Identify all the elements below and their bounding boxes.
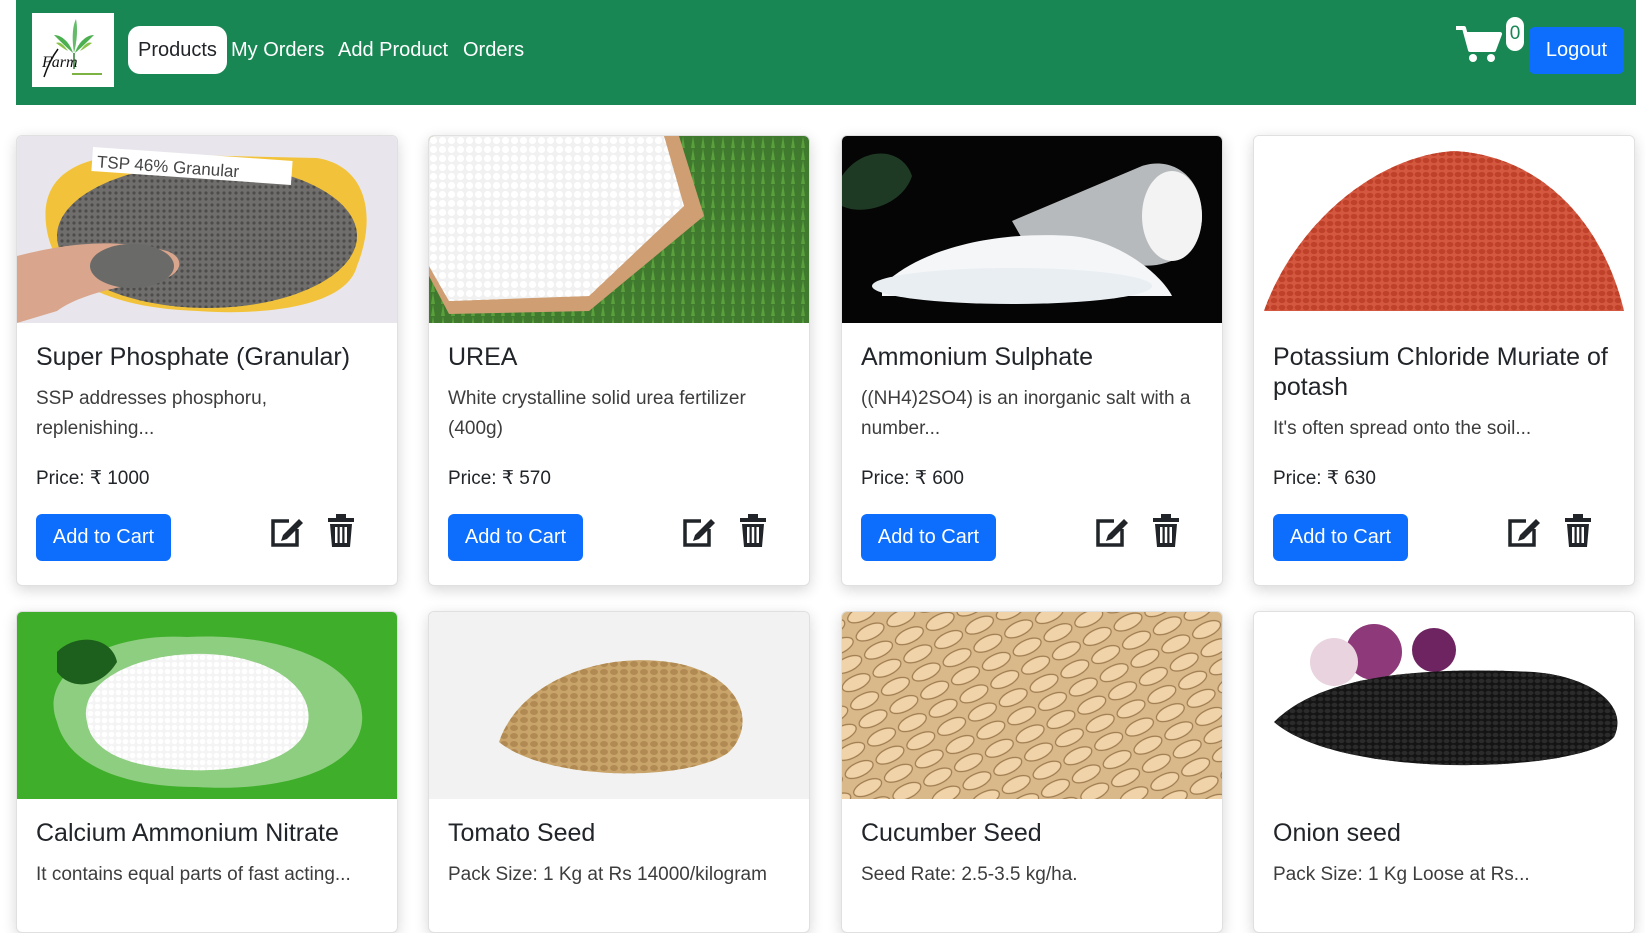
product-title: Tomato Seed [448,819,596,847]
cart-icon[interactable] [1454,24,1512,64]
trash-icon[interactable] [327,514,355,548]
trash-icon[interactable] [739,514,767,548]
add-to-cart-button[interactable]: Add to Cart [36,514,171,561]
product-card: Potassium Chloride Muriate of potash It'… [1253,135,1635,586]
product-price: Price: ₹ 1000 [36,468,150,489]
logout-button[interactable]: Logout [1529,27,1624,74]
product-description: Seed Rate: 2.5-3.5 kg/ha. [861,864,1078,885]
edit-icon[interactable] [1094,515,1130,549]
nav-products[interactable]: Products [128,26,227,74]
product-card: TSP 46% Granular Super Phosphate (Granul… [16,135,398,586]
product-card: Tomato Seed Pack Size: 1 Kg at Rs 14000/… [428,611,810,933]
add-to-cart-button[interactable]: Add to Cart [861,514,996,561]
product-description: Pack Size: 1 Kg at Rs 14000/kilogram [448,864,767,885]
product-price: Price: ₹ 600 [861,468,964,489]
product-image [1254,136,1634,323]
product-image [429,612,809,799]
product-image [429,136,809,323]
product-image [842,612,1222,799]
cart-count-badge: 0 [1506,17,1524,51]
edit-icon[interactable] [269,515,305,549]
add-to-cart-button[interactable]: Add to Cart [1273,514,1408,561]
product-image [1254,612,1634,799]
product-card: Onion seed Pack Size: 1 Kg Loose at Rs..… [1253,611,1635,933]
trash-icon[interactable] [1152,514,1180,548]
product-description: It's often spread onto the soil... [1273,418,1532,439]
product-price: Price: ₹ 630 [1273,468,1376,489]
navbar: Farm Products My Orders Add Product Orde… [16,0,1636,105]
product-title: Calcium Ammonium Nitrate [36,819,339,847]
nav-my-orders[interactable]: My Orders [221,26,334,74]
add-to-cart-button[interactable]: Add to Cart [448,514,583,561]
product-title: Ammonium Sulphate [861,343,1094,371]
edit-icon[interactable] [1506,515,1542,549]
trash-icon[interactable] [1564,514,1592,548]
product-description: Pack Size: 1 Kg Loose at Rs... [1273,864,1530,885]
product-description: White crystalline solid urea fertilizer … [448,388,746,439]
product-description: ((NH4)2SO4) is an inorganic salt with a … [861,388,1191,439]
product-title: Potassium Chloride Muriate of potash [1273,343,1608,401]
product-title: Cucumber Seed [861,819,1042,847]
product-card: Cucumber Seed Seed Rate: 2.5-3.5 kg/ha. [841,611,1223,933]
product-card: Ammonium Sulphate ((NH4)2SO4) is an inor… [841,135,1223,586]
product-price: Price: ₹ 570 [448,468,551,489]
product-card: Calcium Ammonium Nitrate It contains equ… [16,611,398,933]
product-title: Super Phosphate (Granular) [36,343,351,371]
product-card: UREA White crystalline solid urea fertil… [428,135,810,586]
nav-add-product[interactable]: Add Product [328,26,458,74]
product-image [842,136,1222,323]
edit-icon[interactable] [681,515,717,549]
product-image: TSP 46% Granular [17,136,397,323]
product-image [17,612,397,799]
product-title: UREA [448,343,518,371]
product-description: It contains equal parts of fast acting..… [36,864,351,885]
product-description: SSP addresses phosphoru, replenishing... [36,388,267,439]
nav-orders[interactable]: Orders [453,26,534,74]
farm-logo[interactable]: Farm [32,13,114,87]
product-title: Onion seed [1273,819,1401,847]
